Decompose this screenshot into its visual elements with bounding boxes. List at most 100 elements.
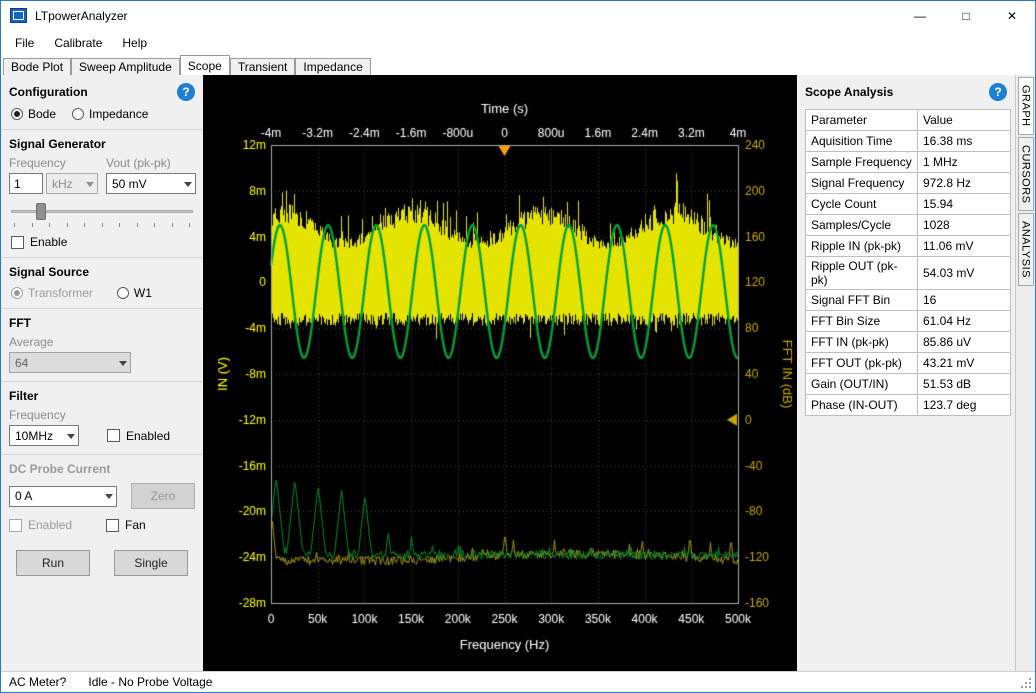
resize-grip[interactable] (1020, 677, 1032, 689)
chevron-down-icon (67, 434, 75, 443)
enable-checkbox-label: Enable (30, 235, 67, 249)
analysis-row: Phase (IN-OUT)123.7 deg (806, 395, 1011, 416)
zero-button[interactable]: Zero (131, 483, 195, 509)
analysis-row: Cycle Count15.94 (806, 194, 1011, 215)
analysis-row: Ripple OUT (pk-pk)54.03 mV (806, 257, 1011, 290)
analysis-param: FFT Bin Size (806, 311, 918, 332)
radio-bode-label: Bode (28, 107, 56, 121)
single-button[interactable]: Single (114, 550, 188, 576)
side-tab-graph[interactable]: GRAPH (1018, 77, 1034, 135)
radio-w1-label: W1 (134, 286, 152, 300)
dc-enabled-box (9, 519, 22, 532)
tab-sweep-amplitude[interactable]: Sweep Amplitude (71, 58, 180, 75)
analysis-panel: Scope Analysis ? Parameter Value Aquisit… (797, 75, 1015, 671)
analysis-param: Cycle Count (806, 194, 918, 215)
frequency-unit-value: kHz (52, 177, 73, 191)
tab-impedance[interactable]: Impedance (295, 58, 370, 75)
analysis-header-row: Parameter Value (806, 110, 1011, 131)
analysis-col-value: Value (918, 110, 1011, 131)
analysis-param: Ripple OUT (pk-pk) (806, 257, 918, 290)
menu-calibrate[interactable]: Calibrate (44, 30, 112, 55)
analysis-value: 54.03 mV (918, 257, 1011, 290)
signal-generator-title: Signal Generator (9, 137, 195, 151)
analysis-value: 972.8 Hz (918, 173, 1011, 194)
analysis-value: 11.06 mV (918, 236, 1011, 257)
title-bar: LTpowerAnalyzer — □ ✕ (1, 1, 1035, 30)
analysis-value: 16.38 ms (918, 131, 1011, 152)
analysis-value: 1 MHz (918, 152, 1011, 173)
side-tab-strip: GRAPH CURSORS ANALYSIS (1015, 75, 1035, 671)
run-button[interactable]: Run (16, 550, 90, 576)
section-divider (1, 454, 203, 455)
filter-enabled-label: Enabled (126, 429, 170, 443)
analysis-row: FFT Bin Size61.04 Hz (806, 311, 1011, 332)
analysis-value: 15.94 (918, 194, 1011, 215)
fft-average-select[interactable]: 64 (9, 352, 131, 373)
radio-w1-control (117, 287, 129, 299)
filter-frequency-label: Frequency (9, 408, 195, 422)
filter-enabled-checkbox[interactable]: Enabled (107, 429, 170, 443)
analysis-value: 1028 (918, 215, 1011, 236)
status-message: Idle - No Probe Voltage (88, 675, 212, 689)
analysis-value: 85.86 uV (918, 332, 1011, 353)
analysis-row: Ripple IN (pk-pk)11.06 mV (806, 236, 1011, 257)
analysis-value: 61.04 Hz (918, 311, 1011, 332)
analysis-param: Gain (OUT/IN) (806, 374, 918, 395)
dc-enabled-label: Enabled (28, 518, 72, 532)
enable-checkbox-box (11, 236, 24, 249)
close-button[interactable]: ✕ (989, 1, 1035, 30)
app-window: LTpowerAnalyzer — □ ✕ File Calibrate Hel… (0, 0, 1036, 693)
filter-enabled-box (107, 429, 120, 442)
section-divider (1, 381, 203, 382)
side-tab-analysis[interactable]: ANALYSIS (1018, 213, 1034, 286)
tab-transient[interactable]: Transient (230, 58, 296, 75)
analysis-row: FFT IN (pk-pk)85.86 uV (806, 332, 1011, 353)
tab-bode-plot[interactable]: Bode Plot (3, 58, 71, 75)
analysis-row: Signal Frequency972.8 Hz (806, 173, 1011, 194)
radio-bode[interactable]: Bode (11, 107, 56, 121)
dc-probe-title: DC Probe Current (9, 462, 195, 476)
analysis-param: FFT IN (pk-pk) (806, 332, 918, 353)
fft-title: FFT (9, 316, 195, 330)
status-ac-meter: AC Meter? (9, 675, 66, 689)
analysis-param: Signal FFT Bin (806, 290, 918, 311)
scope-chart[interactable] (203, 75, 797, 671)
menu-help[interactable]: Help (112, 30, 157, 55)
fan-checkbox[interactable]: Fan (106, 518, 146, 532)
vout-select[interactable]: 50 mV (106, 173, 196, 194)
radio-transformer[interactable]: Transformer (11, 286, 93, 300)
frequency-unit-select[interactable]: kHz (46, 173, 98, 194)
side-tab-cursors[interactable]: CURSORS (1018, 137, 1034, 212)
scope-chart-panel (203, 75, 797, 671)
fft-average-label: Average (9, 335, 195, 349)
minimize-button[interactable]: — (897, 1, 943, 30)
radio-impedance[interactable]: Impedance (72, 107, 148, 121)
configuration-help-icon[interactable]: ? (177, 83, 195, 101)
analysis-row: Signal FFT Bin16 (806, 290, 1011, 311)
section-divider (1, 308, 203, 309)
analysis-param: Ripple IN (pk-pk) (806, 236, 918, 257)
amplitude-slider[interactable] (11, 202, 193, 229)
slider-thumb[interactable] (36, 203, 46, 220)
filter-frequency-select[interactable]: 10MHz (9, 425, 79, 446)
analysis-help-icon[interactable]: ? (989, 83, 1007, 101)
analysis-value: 51.53 dB (918, 374, 1011, 395)
dc-probe-current-select[interactable]: 0 A (9, 486, 117, 507)
app-icon (10, 8, 27, 23)
slider-ticks (14, 223, 190, 227)
analysis-param: Sample Frequency (806, 152, 918, 173)
radio-bode-control (11, 108, 23, 120)
frequency-input[interactable] (9, 173, 43, 194)
radio-impedance-label: Impedance (89, 107, 148, 121)
menu-file[interactable]: File (5, 30, 44, 55)
filter-frequency-value: 10MHz (15, 429, 53, 443)
dc-enabled-checkbox[interactable]: Enabled (9, 518, 72, 532)
configuration-title: Configuration (9, 85, 88, 99)
analysis-param: Phase (IN-OUT) (806, 395, 918, 416)
maximize-button[interactable]: □ (943, 1, 989, 30)
radio-w1[interactable]: W1 (117, 286, 152, 300)
tab-scope[interactable]: Scope (180, 55, 230, 75)
dc-probe-current-value: 0 A (15, 489, 32, 503)
chevron-down-icon (105, 494, 113, 503)
enable-checkbox[interactable]: Enable (11, 235, 195, 249)
